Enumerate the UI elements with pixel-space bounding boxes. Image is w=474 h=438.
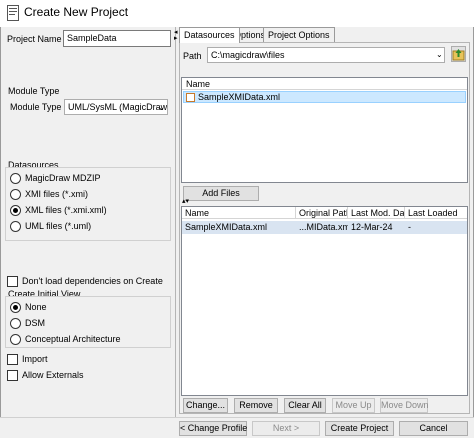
- window-title: Create New Project: [24, 5, 129, 19]
- radio-button[interactable]: [10, 172, 21, 184]
- dont-load-deps-checkbox[interactable]: Don't load dependencies on Create: [7, 274, 163, 288]
- column-header-original-path[interactable]: Original Path: [296, 207, 348, 219]
- file-list[interactable]: Name SampleXMIData.xml: [181, 77, 468, 183]
- table-cell: 12-Mar-24: [351, 222, 393, 232]
- move-up-button[interactable]: Move Up: [332, 398, 375, 413]
- checkbox-label: Allow Externals: [22, 370, 84, 380]
- column-header-name[interactable]: Name: [182, 207, 296, 219]
- remove-button[interactable]: Remove: [234, 398, 278, 413]
- path-value: C:\magicdraw\files: [211, 50, 285, 60]
- change-button[interactable]: Change...: [183, 398, 228, 413]
- file-list-header: Name: [182, 78, 467, 90]
- create-project-button[interactable]: Create Project: [325, 421, 394, 436]
- checkbox-label: Import: [22, 354, 48, 364]
- radio-button[interactable]: [10, 204, 21, 216]
- module-type-group-label: Module Type: [8, 86, 60, 96]
- module-type-label: Module Type: [10, 102, 62, 112]
- collapse-arrows-icon[interactable]: ◂ ▸: [174, 29, 178, 42]
- checkbox-box[interactable]: [7, 275, 18, 287]
- list-item-label: SampleXMIData.xml: [198, 92, 281, 102]
- list-item[interactable]: SampleXMIData.xml: [183, 91, 466, 103]
- radio-xml[interactable]: XML files (*.xmi.xml): [10, 202, 107, 218]
- radio-button[interactable]: [10, 317, 21, 329]
- radio-dsm[interactable]: DSM: [10, 315, 121, 331]
- radio-button[interactable]: [10, 220, 21, 232]
- document-icon: [7, 5, 19, 21]
- radio-xmi[interactable]: XMI files (*.xmi): [10, 186, 107, 202]
- splitter-arrows-icon[interactable]: ▴▾: [182, 198, 189, 205]
- clear-all-button[interactable]: Clear All: [284, 398, 326, 413]
- table-row[interactable]: SampleXMIData.xml ...MIData.xml 12-Mar-2…: [182, 221, 467, 234]
- change-profile-button[interactable]: < Change Profile: [179, 421, 247, 436]
- project-name-label: Project Name: [7, 34, 62, 44]
- checkbox-box[interactable]: [7, 369, 18, 381]
- up-folder-button[interactable]: [451, 46, 466, 62]
- tab-datasources[interactable]: Datasources: [179, 27, 240, 43]
- module-type-value: UML/SysML (MagicDraw: [68, 102, 168, 112]
- column-header-last-mod[interactable]: Last Mod. Dat: [348, 207, 405, 219]
- radio-label: MagicDraw MDZIP: [25, 173, 101, 183]
- column-header-last-loaded[interactable]: Last Loaded: [405, 207, 467, 219]
- checkbox-label: Don't load dependencies on Create: [22, 276, 163, 286]
- import-checkbox[interactable]: Import: [7, 352, 48, 366]
- radio-button[interactable]: [10, 301, 21, 313]
- radio-none[interactable]: None: [10, 299, 121, 315]
- next-button[interactable]: Next >: [252, 421, 320, 436]
- radio-mdzip[interactable]: MagicDraw MDZIP: [10, 170, 107, 186]
- radio-label: XMI files (*.xmi): [25, 189, 88, 199]
- path-label: Path: [183, 51, 202, 61]
- table-cell: -: [408, 222, 411, 232]
- radio-label: UML files (*.uml): [25, 221, 92, 231]
- checkbox-box[interactable]: [7, 353, 18, 365]
- cancel-button[interactable]: Cancel: [399, 421, 468, 436]
- radio-label: XML files (*.xmi.xml): [25, 205, 107, 215]
- panel-splitter[interactable]: [175, 27, 176, 417]
- radio-button[interactable]: [10, 333, 21, 345]
- tab-project-options[interactable]: Project Options: [263, 27, 335, 42]
- allow-externals-checkbox[interactable]: Allow Externals: [7, 368, 84, 382]
- move-down-button[interactable]: Move Down: [380, 398, 429, 413]
- xml-file-icon: [186, 93, 195, 102]
- project-name-input[interactable]: SampleData: [63, 30, 171, 47]
- datasource-radio-group: MagicDraw MDZIP XMI files (*.xmi) XML fi…: [10, 170, 107, 234]
- table-cell: SampleXMIData.xml: [185, 222, 268, 232]
- radio-uml[interactable]: UML files (*.uml): [10, 218, 107, 234]
- add-files-button[interactable]: Add Files: [183, 186, 259, 201]
- initial-view-radio-group: None DSM Conceptual Architecture: [10, 299, 121, 347]
- radio-label: DSM: [25, 318, 45, 328]
- radio-conceptual[interactable]: Conceptual Architecture: [10, 331, 121, 347]
- path-select[interactable]: C:\magicdraw\files: [207, 47, 445, 63]
- chevron-down-icon: ⌄: [436, 50, 443, 59]
- radio-label: Conceptual Architecture: [25, 334, 121, 344]
- radio-button[interactable]: [10, 188, 21, 200]
- radio-label: None: [25, 302, 47, 312]
- chevron-down-icon: ⌄: [158, 103, 165, 112]
- up-folder-icon: [452, 49, 465, 61]
- selected-files-table[interactable]: Name Original Path Last Mod. Dat Last Lo…: [181, 206, 468, 396]
- module-type-select[interactable]: UML/SysML (MagicDraw: [64, 99, 168, 115]
- table-cell: ...MIData.xml: [299, 222, 348, 232]
